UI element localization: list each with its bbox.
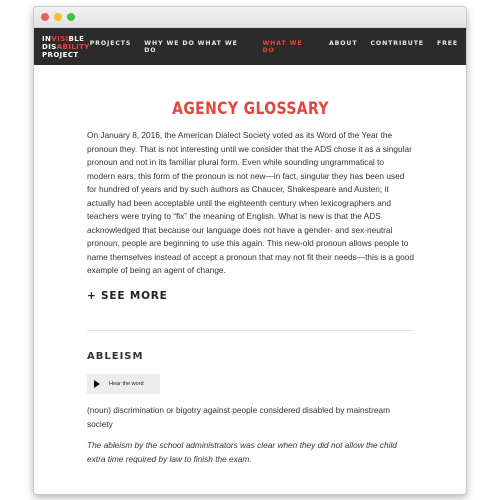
see-more-link[interactable]: + SEE MORE <box>87 290 414 302</box>
nav-why-we-do[interactable]: WHY WE DO WHAT WE DO <box>144 40 249 54</box>
site-logo[interactable]: INVISIBLE DISABILITY PROJECT <box>42 35 90 59</box>
nav-what-we-do[interactable]: WHAT WE DO <box>262 40 316 54</box>
browser-window: INVISIBLE DISABILITY PROJECT PROJECTS WH… <box>33 6 467 495</box>
term-example: The ableism by the school administrators… <box>87 440 397 464</box>
logo-text: PROJECT <box>42 50 79 59</box>
nav-about[interactable]: ABOUT <box>329 40 358 54</box>
logo-text: DIS <box>42 42 57 51</box>
section-divider <box>87 330 414 332</box>
glossary-entry: ABLEISM Hear the word (noun) discriminat… <box>87 351 414 466</box>
hear-word-button[interactable]: Hear the word <box>87 374 160 395</box>
intro-paragraph: On January 8, 2016, the American Dialect… <box>87 130 414 276</box>
main-content: AGENCY GLOSSARY On January 8, 2016, the … <box>34 99 466 466</box>
site-header: INVISIBLE DISABILITY PROJECT PROJECTS WH… <box>34 28 466 65</box>
term-definition: (noun) discrimination or bigotry against… <box>87 405 390 429</box>
window-titlebar <box>34 7 466 28</box>
maximize-window-button[interactable] <box>67 13 75 21</box>
page-title: AGENCY GLOSSARY <box>172 99 329 119</box>
minimize-window-button[interactable] <box>54 13 62 21</box>
main-nav: PROJECTS WHY WE DO WHAT WE DO WHAT WE DO… <box>90 40 458 54</box>
logo-text: IN <box>42 34 52 43</box>
logo-text: BLE <box>68 34 85 43</box>
nav-projects[interactable]: PROJECTS <box>90 40 132 54</box>
logo-text-accent: BILITY <box>62 42 90 51</box>
nav-free[interactable]: FREE <box>437 40 458 54</box>
close-window-button[interactable] <box>41 13 49 21</box>
hear-word-label: Hear the word <box>109 381 144 388</box>
nav-contribute[interactable]: CONTRIBUTE <box>370 40 423 54</box>
play-icon <box>94 380 100 389</box>
glossary-term: ABLEISM <box>87 351 144 363</box>
logo-text-accent: VISI <box>51 34 69 43</box>
